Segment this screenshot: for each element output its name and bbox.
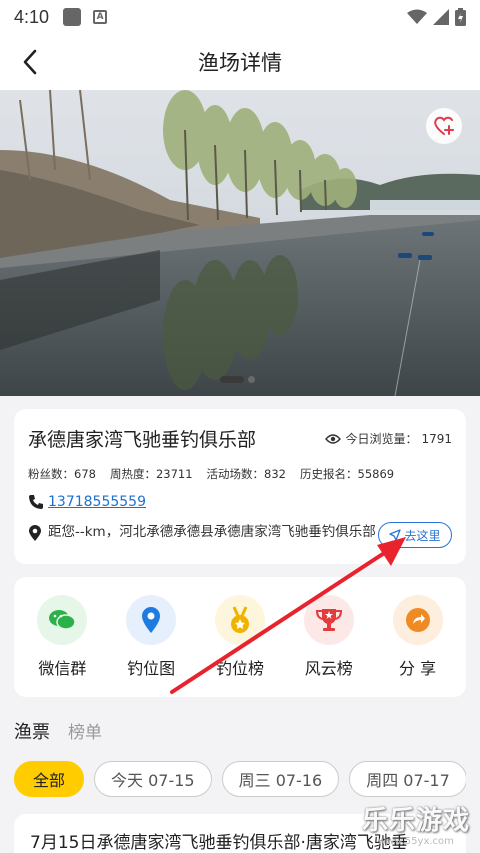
menu-wechat-group[interactable]: 微信群 <box>22 595 102 697</box>
status-time: 4:10 <box>14 6 50 27</box>
date-chip-thu[interactable]: 周四 07-17 <box>349 761 466 797</box>
section-tabs: 渔票 榜单 <box>14 718 102 744</box>
stat-signups: 历史报名：55869 <box>300 467 395 481</box>
menu-hall-of-fame[interactable]: 风云榜 <box>289 595 369 697</box>
location-pin-icon <box>29 525 41 541</box>
menu-label-share: 分 享 <box>399 659 437 678</box>
app-notification-icon: A <box>93 10 108 24</box>
carousel-indicator <box>220 376 255 383</box>
views-label: 今日浏览量： <box>345 432 418 446</box>
menu-label-spot-map: 钓位图 <box>127 659 176 678</box>
menu-share[interactable]: 分 享 <box>378 595 458 697</box>
page-title: 渔场详情 <box>198 51 282 75</box>
tab-tickets[interactable]: 渔票 <box>14 718 50 744</box>
date-chip-today[interactable]: 今天 07-15 <box>94 761 212 797</box>
club-info-card: 承德唐家湾飞驰垂钓俱乐部 今日浏览量： 1791 粉丝数：678 周热度：2371… <box>14 409 466 564</box>
back-button[interactable] <box>14 46 46 78</box>
menu-label-spot-ranking: 钓位榜 <box>215 659 264 678</box>
date-filter: 全部 今天 07-15 周三 07-16 周四 07-17 <box>14 761 466 799</box>
watermark-text: 乐乐游戏 <box>362 806 471 836</box>
club-stats: 粉丝数：678 周热度：23711 活动场数：832 历史报名：55869 <box>28 466 452 482</box>
location-pin-icon <box>126 595 177 645</box>
nav-bar: 渔场详情 <box>0 34 480 90</box>
heart-plus-icon <box>434 116 454 135</box>
date-chip-wed[interactable]: 周三 07-16 <box>221 761 340 797</box>
menu-spot-ranking[interactable]: 钓位榜 <box>200 595 280 697</box>
carousel-dot <box>248 376 255 383</box>
tab-leaderboard[interactable]: 榜单 <box>68 718 102 743</box>
navigate-button[interactable]: 去这里 <box>378 522 452 548</box>
notification-icon <box>63 8 82 26</box>
wechat-icon <box>37 595 88 645</box>
signal-icon <box>433 9 449 25</box>
stat-fans: 粉丝数：678 <box>28 467 96 481</box>
views-counter: 今日浏览量： 1791 <box>325 430 452 447</box>
navigate-label: 去这里 <box>404 528 441 543</box>
menu-label-hall-of-fame: 风云榜 <box>304 659 353 678</box>
club-name: 承德唐家湾飞驰垂钓俱乐部 <box>28 429 257 451</box>
trophy-icon <box>303 595 354 645</box>
battery-icon <box>455 8 466 26</box>
stat-heat: 周热度：23711 <box>109 467 193 481</box>
favorite-button[interactable] <box>426 108 462 144</box>
carousel-dot-active <box>220 376 244 383</box>
phone-link[interactable]: 13718555559 <box>48 494 146 510</box>
feature-menu: 微信群 钓位图 钓位榜 风云榜 分 享 <box>14 577 466 697</box>
views-count: 1791 <box>421 431 452 446</box>
hero-photo[interactable] <box>0 90 480 396</box>
wifi-icon <box>407 9 427 24</box>
date-chip-all[interactable]: 全部 <box>14 761 85 797</box>
stat-events: 活动场数：832 <box>206 467 286 481</box>
watermark-url: www.55yx.com <box>378 836 454 847</box>
eye-icon <box>325 433 342 444</box>
medal-icon <box>214 595 265 645</box>
status-bar: 4:10 A <box>0 0 480 34</box>
watermark-logo: 乐乐游戏 <box>362 800 470 837</box>
chevron-left-icon <box>23 49 37 75</box>
menu-label-wechat: 微信群 <box>38 659 87 678</box>
navigation-arrow-icon <box>389 529 402 541</box>
club-address: 距您--km，河北承德承德县承德唐家湾飞驰垂钓俱乐部 <box>48 524 376 540</box>
phone-icon <box>29 495 43 509</box>
menu-spot-map[interactable]: 钓位图 <box>111 595 191 697</box>
share-icon <box>392 595 443 645</box>
